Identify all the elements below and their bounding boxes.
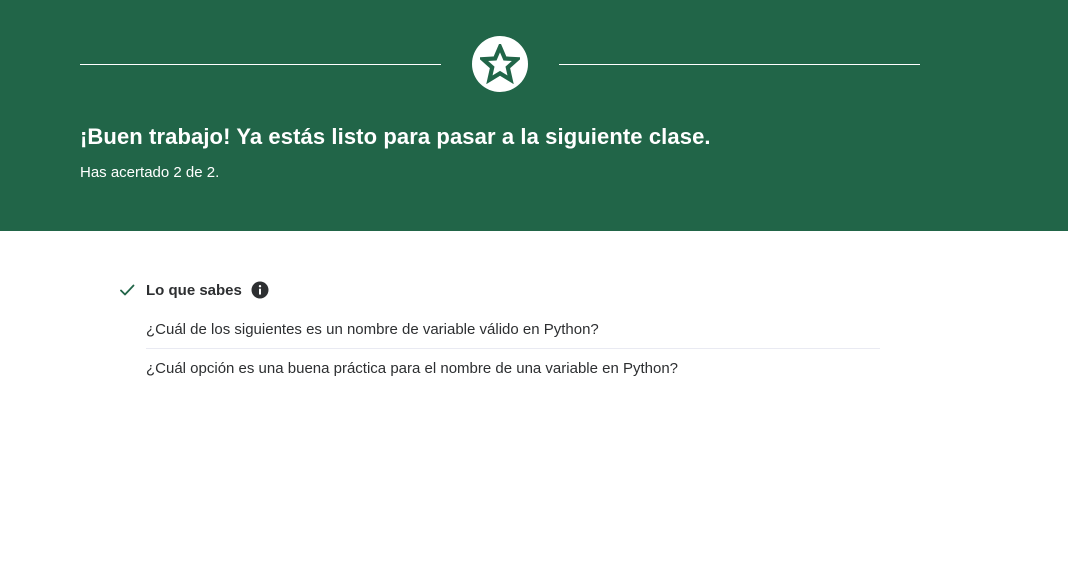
section-title: Lo que sabes: [146, 281, 242, 299]
check-icon: [120, 284, 135, 296]
question-list: ¿Cuál de los siguientes es un nombre de …: [146, 310, 880, 388]
known-section-header: Lo que sabes: [118, 280, 269, 300]
score-summary: Has acertado 2 de 2.: [80, 164, 220, 181]
question-item[interactable]: ¿Cuál de los siguientes es un nombre de …: [146, 310, 880, 349]
success-headline: ¡Buen trabajo! Ya estás listo para pasar…: [80, 124, 711, 149]
star-badge: [472, 36, 528, 92]
star-icon: [480, 44, 520, 84]
info-icon[interactable]: [251, 281, 269, 299]
divider-right: [559, 64, 920, 65]
question-item[interactable]: ¿Cuál opción es una buena práctica para …: [146, 349, 880, 388]
divider-left: [80, 64, 441, 65]
results-banner: ¡Buen trabajo! Ya estás listo para pasar…: [0, 0, 1068, 231]
